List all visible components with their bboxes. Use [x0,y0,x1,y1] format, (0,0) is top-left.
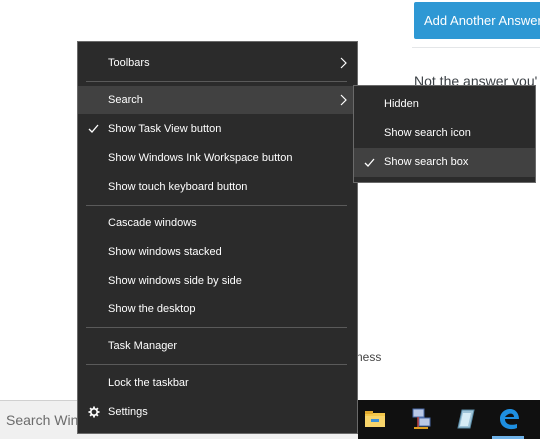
menu-item-show-desktop[interactable]: Show the desktop [78,295,357,323]
menu-item-label: Toolbars [108,57,150,69]
chevron-right-icon [340,57,347,69]
submenu-item-label: Show search icon [384,127,471,139]
submenu-item-hidden[interactable]: Hidden [354,90,535,119]
menu-item-show-side-by-side[interactable]: Show windows side by side [78,267,357,295]
menu-item-toolbars[interactable]: Toolbars [78,49,357,77]
page-text-fragment: ness [356,350,382,364]
menu-item-label: Search [108,94,143,106]
submenu-item-show-search-box[interactable]: Show search box [354,148,535,177]
menu-item-show-task-view[interactable]: Show Task View button [78,115,357,143]
submenu-item-label: Hidden [384,98,419,110]
page-divider [412,47,540,48]
menu-item-label: Show the desktop [108,303,196,315]
search-submenu: Hidden Show search icon Show search box [353,85,536,183]
checkmark-icon [364,158,375,167]
menu-separator [86,327,347,328]
network-icon[interactable] [408,406,434,432]
menu-item-label: Lock the taskbar [108,377,189,389]
checkmark-icon [88,124,99,133]
sticky-notes-icon[interactable] [452,406,478,432]
menu-item-label: Show touch keyboard button [108,181,248,193]
menu-item-label: Show windows stacked [108,246,222,258]
menu-item-label: Show Task View button [108,123,222,135]
menu-item-show-ink-workspace[interactable]: Show Windows Ink Workspace button [78,144,357,172]
menu-item-settings[interactable]: Settings [78,398,357,426]
menu-item-label: Cascade windows [108,217,197,229]
menu-item-label: Show Windows Ink Workspace button [108,152,293,164]
menu-item-label: Task Manager [108,340,178,352]
submenu-item-show-search-icon[interactable]: Show search icon [354,119,535,148]
menu-item-task-manager[interactable]: Task Manager [78,332,357,360]
file-explorer-icon[interactable] [362,406,388,432]
menu-item-show-windows-stacked[interactable]: Show windows stacked [78,238,357,266]
submenu-item-label: Show search box [384,156,469,168]
edge-icon[interactable] [496,406,522,432]
add-another-answer-button[interactable]: Add Another Answer [414,2,540,39]
menu-item-search[interactable]: Search [78,86,357,114]
menu-separator [86,81,347,82]
menu-item-cascade-windows[interactable]: Cascade windows [78,209,357,237]
chevron-right-icon [340,94,347,106]
menu-separator [86,364,347,365]
menu-item-lock-taskbar[interactable]: Lock the taskbar [78,369,357,397]
menu-item-label: Show windows side by side [108,275,242,287]
menu-separator [86,205,347,206]
gear-icon [88,406,100,418]
taskbar-context-menu: Toolbars Search Show Task View button Sh… [77,41,358,434]
menu-item-label: Settings [108,406,148,418]
menu-item-show-touch-keyboard[interactable]: Show touch keyboard button [78,173,357,201]
